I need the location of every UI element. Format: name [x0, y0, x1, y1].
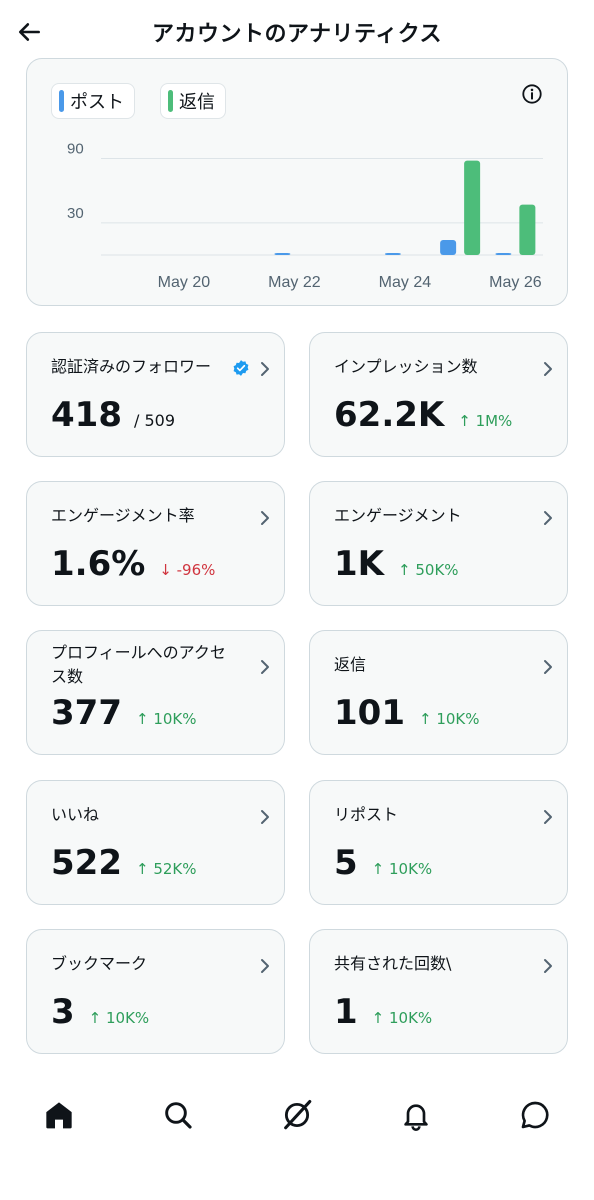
metric-value-row: 1K ↑ 50K%	[334, 544, 459, 584]
metric-value: 1.6%	[51, 544, 146, 584]
metric-value: 62.2K	[334, 395, 445, 435]
chevron-right-icon	[544, 362, 552, 376]
metric-card-engagements[interactable]: エンゲージメント 1K ↑ 50K%	[309, 481, 568, 606]
chevron-right-icon	[544, 959, 552, 973]
bar-chart: 30 90 May 20 May 22 May 24 May 26	[67, 140, 543, 291]
metric-value-row: 5 ↑ 10K%	[334, 843, 432, 883]
messages-icon	[521, 1101, 549, 1129]
chevron-right-icon	[261, 810, 269, 824]
metric-value: 1	[334, 992, 358, 1032]
chart-card: ポスト 返信 30 90 May 20 May 22 May 24 May 26	[26, 58, 568, 306]
chevron-right-icon	[261, 362, 269, 376]
header: アカウントのアナリティクス	[0, 0, 594, 66]
metric-change: ↑ 10K%	[418, 710, 480, 728]
metric-card-impressions[interactable]: インプレッション数 62.2K ↑ 1M%	[309, 332, 568, 457]
bell-icon	[404, 1104, 428, 1131]
metric-change: ↑ 1M%	[458, 412, 513, 430]
chevron-right-icon	[544, 660, 552, 674]
metric-value: 377	[51, 693, 122, 733]
metric-change: ↑ 50K%	[398, 561, 459, 579]
chevron-right-icon	[261, 959, 269, 973]
metric-change: ↑ 10K%	[135, 710, 197, 728]
metric-label: リポスト	[334, 805, 399, 824]
metric-label: 返信	[334, 655, 367, 674]
metric-change: ↑ 10K%	[371, 1009, 433, 1027]
y-tick-label: 90	[67, 140, 84, 157]
search-icon	[165, 1102, 192, 1129]
metric-value: 418	[51, 395, 122, 435]
chevron-right-icon	[544, 810, 552, 824]
nav-messages[interactable]	[475, 1080, 594, 1150]
metric-change: ↓ -96%	[159, 561, 216, 579]
bar-posts	[440, 239, 457, 255]
metric-value-row: 62.2K ↑ 1M%	[334, 395, 512, 435]
bar-replies	[519, 204, 536, 255]
x-tick-label: May 22	[268, 274, 321, 291]
metric-value: 101	[334, 693, 405, 733]
metric-card-bookmarks[interactable]: ブックマーク 3 ↑ 10K%	[26, 929, 285, 1054]
page-title: アカウントのアナリティクス	[151, 22, 443, 47]
metric-label: エンゲージメント率	[51, 506, 195, 525]
metric-label: インプレッション数	[334, 357, 478, 376]
nav-notifications[interactable]	[356, 1080, 475, 1150]
nav-grok[interactable]	[238, 1080, 357, 1150]
chevron-right-icon	[261, 660, 269, 674]
metric-card-reposts[interactable]: リポスト 5 ↑ 10K%	[309, 780, 568, 905]
metric-card-likes[interactable]: いいね 522 ↑ 52K%	[26, 780, 285, 905]
metric-label: いいね	[51, 805, 100, 824]
metric-value-row: 101 ↑ 10K%	[334, 693, 480, 733]
chevron-right-icon	[261, 511, 269, 525]
metric-value: 522	[51, 843, 122, 883]
metric-card-engagement-rate[interactable]: エンゲージメント率 1.6% ↓ -96%	[26, 481, 285, 606]
metric-value-row: 418 / 509	[51, 395, 175, 435]
metric-value-row: 3 ↑ 10K%	[51, 992, 149, 1032]
x-tick-label: May 24	[379, 274, 432, 291]
bottom-nav	[0, 1080, 594, 1150]
metric-card-profile-visits[interactable]: プロフィールへのアクセス数 377 ↑ 10K%	[26, 630, 285, 755]
metric-change: ↑ 10K%	[371, 860, 433, 878]
metric-card-shares[interactable]: 共有された回数\ 1 ↑ 10K%	[309, 929, 568, 1054]
bar-posts	[384, 253, 401, 255]
grok-icon	[284, 1099, 312, 1130]
metric-value-row: 522 ↑ 52K%	[51, 843, 197, 883]
metric-card-replies[interactable]: 返信 101 ↑ 10K%	[309, 630, 568, 755]
x-tick-label: May 20	[158, 274, 211, 291]
metric-sub-value: / 509	[133, 411, 175, 430]
bar-posts	[274, 253, 291, 255]
metric-label: 共有された回数\	[334, 954, 452, 973]
metric-change: ↑ 10K%	[88, 1009, 150, 1027]
metric-label: 認証済みのフォロワー	[51, 357, 212, 376]
metric-value-row: 377 ↑ 10K%	[51, 693, 197, 733]
bar-replies	[464, 160, 481, 255]
chevron-right-icon	[544, 511, 552, 525]
metric-value-row: 1 ↑ 10K%	[334, 992, 432, 1032]
metric-label: ブックマーク	[51, 954, 148, 973]
home-icon	[46, 1102, 73, 1129]
metric-value: 5	[334, 843, 358, 883]
metric-value: 1K	[334, 544, 385, 584]
metric-card-verified-followers[interactable]: 認証済みのフォロワー 418 / 509	[26, 332, 285, 457]
metric-label: プロフィールへのアクセス数	[51, 643, 226, 686]
y-tick-label: 30	[67, 205, 84, 222]
x-tick-label: May 26	[489, 274, 542, 291]
metric-value-row: 1.6% ↓ -96%	[51, 544, 215, 584]
bar-posts	[495, 253, 512, 255]
nav-search[interactable]	[119, 1080, 238, 1150]
metric-change: ↑ 52K%	[135, 860, 197, 878]
metric-label: エンゲージメント	[334, 506, 462, 525]
verified-badge-icon	[233, 360, 249, 376]
nav-home[interactable]	[0, 1080, 119, 1150]
metric-value: 3	[51, 992, 75, 1032]
